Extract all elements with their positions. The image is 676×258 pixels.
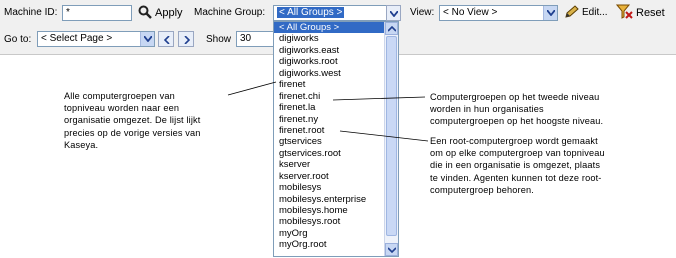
annotation-line: die in een organisatie is omgezet, plaat… [430,160,601,171]
annotation-line: Een root-computergroep wordt gemaakt [430,136,598,146]
annotation-line: worden in hun organisaties [430,104,544,115]
annotation-line: computergroep behoren. [430,184,534,195]
callout-line-second-level [332,96,426,101]
annotation-line: organisatie omgezet. De lijst lijkt [64,115,201,126]
annotation-line: Computergroepen op het tweede niveau [430,92,600,102]
annotation-line: precies op de vorige versies van [64,127,201,138]
annotation-second-level-groups: Computergroepen op het tweede niveau wor… [430,91,670,128]
annotation-line: computergroepen op het hoogste niveau. [430,116,604,127]
annotation-line: Kaseya. [64,139,99,150]
annotation-root-group: Een root-computergroep wordt gemaakt om … [430,135,670,196]
annotation-line: om op elke computergroep van topniveau [430,148,605,159]
annotation-top-level-groups: Alle computergroepen van topniveau worde… [64,90,229,151]
callout-line-top-level [227,81,277,96]
annotation-line: te vinden. Agenten kunnen tot deze root- [430,172,602,183]
annotation-line: topniveau worden naar een [64,103,180,114]
callout-line-root-group [339,130,429,142]
annotation-line: Alle computergroepen van [64,91,175,101]
